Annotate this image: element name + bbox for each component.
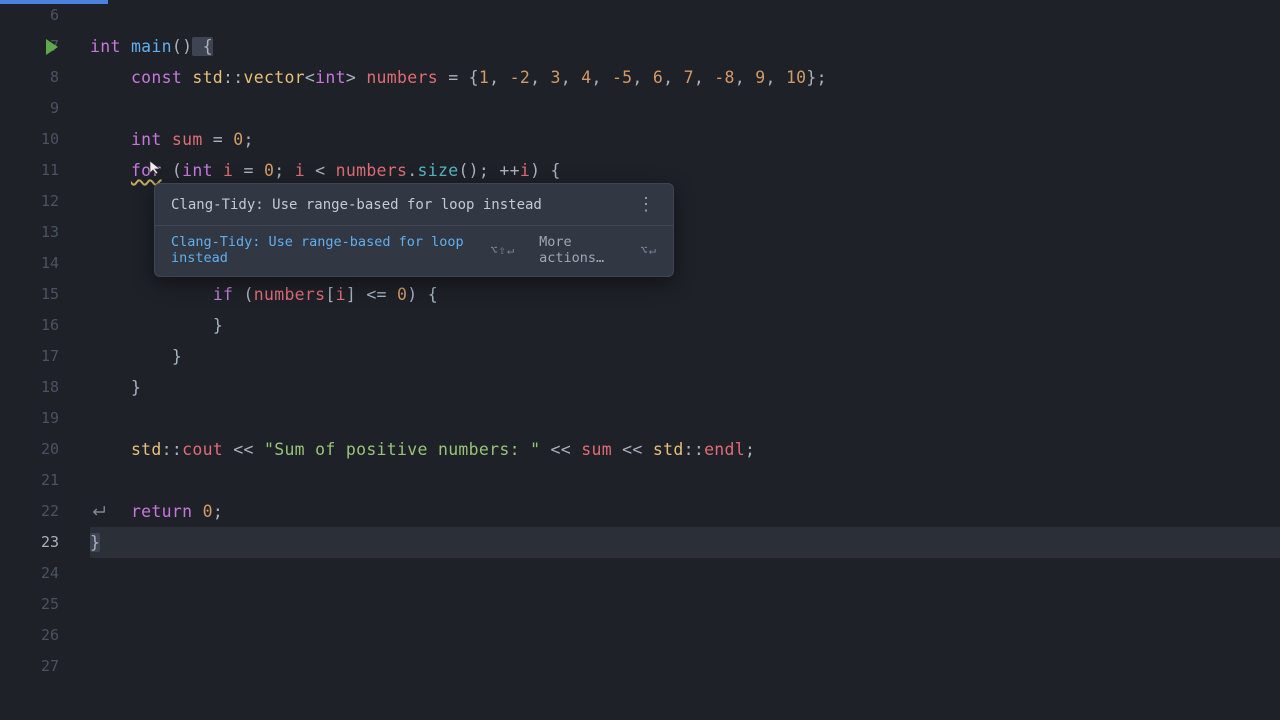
code-line-21[interactable]: [90, 465, 1280, 496]
code-line-7[interactable]: int main() {: [90, 31, 1280, 62]
line-number: 17: [41, 341, 66, 372]
tooltip-title-row: Clang-Tidy: Use range-based for loop ins…: [155, 184, 673, 226]
line-number: 15: [41, 279, 66, 310]
code-line-20[interactable]: std::cout << "Sum of positive numbers: "…: [90, 434, 1280, 465]
gutter: 6 7 8 9 10 11 12 13 14 15 16 17 18 19 20…: [0, 0, 72, 682]
tooltip-actions-row: Clang-Tidy: Use range-based for loop ins…: [155, 226, 673, 276]
code-line-27[interactable]: [90, 651, 1280, 682]
tooltip-title: Clang-Tidy: Use range-based for loop ins…: [171, 197, 542, 213]
code-line-9[interactable]: [90, 93, 1280, 124]
line-number: 6: [50, 0, 66, 31]
code-line-23[interactable]: }: [90, 527, 1280, 558]
vector-initializer: 1, -2, 3, 4, -5, 6, 7, -8, 9, 10: [479, 68, 807, 87]
line-number: 16: [41, 310, 66, 341]
code-area[interactable]: int main() { const std::vector<int> numb…: [72, 0, 1280, 682]
line-number: 26: [41, 620, 66, 651]
more-actions-link[interactable]: More actions…: [539, 234, 630, 266]
line-number: 14: [41, 248, 66, 279]
code-line-15[interactable]: if (numbers[i] <= 0) {: [90, 279, 1280, 310]
tooltip-fix-action[interactable]: Clang-Tidy: Use range-based for loop ins…: [171, 234, 480, 266]
line-number: 21: [41, 465, 66, 496]
code-line-22[interactable]: return 0;: [90, 496, 1280, 527]
code-line-18[interactable]: }: [90, 372, 1280, 403]
code-line-24[interactable]: [90, 558, 1280, 589]
code-line-16[interactable]: }: [90, 310, 1280, 341]
tooltip-menu-icon[interactable]: ⋮: [637, 194, 657, 215]
code-line-11[interactable]: for (int i = 0; i < numbers.size(); ++i)…: [90, 155, 1280, 186]
line-number: 11: [41, 155, 66, 186]
code-line-19[interactable]: [90, 403, 1280, 434]
code-line-26[interactable]: [90, 620, 1280, 651]
line-number: 8: [50, 62, 66, 93]
code-line-8[interactable]: const std::vector<int> numbers = {1, -2,…: [90, 62, 1280, 93]
inspection-tooltip: Clang-Tidy: Use range-based for loop ins…: [154, 183, 674, 277]
fix-shortcut: ⌥⇧↵: [490, 243, 515, 257]
more-shortcut: ⌥↵: [641, 243, 657, 257]
code-line-17[interactable]: }: [90, 341, 1280, 372]
line-number: 9: [50, 93, 66, 124]
line-number: 27: [41, 651, 66, 682]
run-icon[interactable]: [46, 39, 58, 55]
line-number: 22: [41, 496, 66, 527]
line-number: 13: [41, 217, 66, 248]
line-number: 20: [41, 434, 66, 465]
code-line-10[interactable]: int sum = 0;: [90, 124, 1280, 155]
line-number: 18: [41, 372, 66, 403]
line-number: 24: [41, 558, 66, 589]
line-number: 10: [41, 124, 66, 155]
code-editor[interactable]: 6 7 8 9 10 11 12 13 14 15 16 17 18 19 20…: [0, 0, 1280, 682]
line-number: 19: [41, 403, 66, 434]
line-number: 25: [41, 589, 66, 620]
code-line-25[interactable]: [90, 589, 1280, 620]
line-number: 12: [41, 186, 66, 217]
line-number: 23: [41, 527, 66, 558]
cursor-pointer-icon: [148, 159, 164, 175]
code-line-6[interactable]: [90, 0, 1280, 31]
